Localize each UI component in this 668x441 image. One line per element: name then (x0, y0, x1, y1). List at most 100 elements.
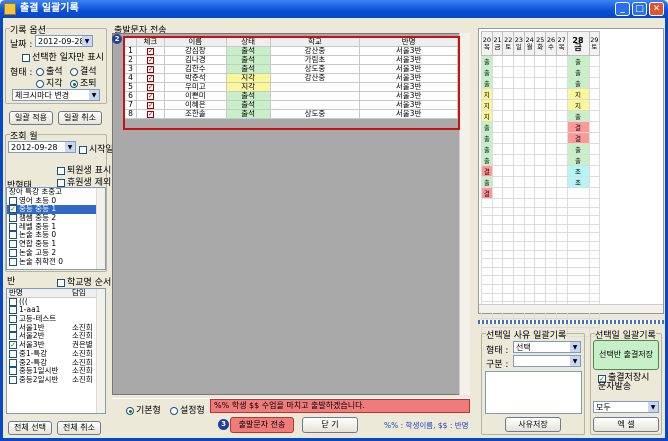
reason-form-select[interactable]: 선택 ▼ (513, 341, 581, 353)
attendance-cell[interactable] (555, 240, 568, 251)
minimize-button[interactable]: _ (615, 2, 630, 16)
attendance-cell[interactable] (588, 176, 601, 188)
attendance-cell[interactable] (545, 187, 557, 199)
attendance-cell[interactable] (491, 55, 504, 67)
attendance-cell[interactable] (502, 266, 515, 277)
attendance-cell[interactable] (523, 99, 536, 111)
reason-type-select[interactable]: ▼ (513, 355, 581, 367)
attendance-cell[interactable] (523, 66, 536, 78)
attendance-cell[interactable] (588, 132, 601, 144)
attendance-cell[interactable] (566, 283, 590, 294)
attendance-cell[interactable] (502, 165, 515, 177)
attendance-cell[interactable] (491, 187, 504, 199)
attendance-cell[interactable] (534, 206, 547, 217)
attendance-cell[interactable]: 지 (481, 88, 493, 100)
attendance-cell[interactable] (534, 275, 547, 285)
attendance-cell[interactable] (523, 275, 536, 285)
attendance-cell[interactable] (513, 143, 525, 155)
select-all-button[interactable]: 전체 선택 (8, 421, 52, 435)
attendance-cell[interactable] (545, 55, 557, 67)
attendance-cell[interactable] (481, 198, 493, 208)
scrollbar[interactable] (459, 33, 470, 395)
day-header[interactable]: 22 토 (502, 31, 515, 56)
attendance-cell[interactable] (481, 240, 493, 251)
attendance-cell[interactable] (491, 275, 504, 285)
attendance-cell[interactable] (534, 143, 547, 155)
attendance-cell[interactable] (545, 215, 557, 225)
attendance-cell[interactable] (588, 66, 601, 78)
attendance-cell[interactable] (513, 266, 525, 277)
attendance-cell[interactable] (523, 198, 536, 208)
attendance-cell[interactable] (481, 223, 493, 234)
attendance-cell[interactable] (491, 266, 504, 277)
attendance-cell[interactable] (588, 275, 601, 285)
attendance-cell[interactable] (555, 283, 568, 294)
radio-basic[interactable]: 기본형 (126, 403, 161, 416)
attendance-cell[interactable] (513, 121, 525, 133)
day-header[interactable]: 24 월 (523, 31, 536, 56)
attendance-cell[interactable] (555, 232, 568, 242)
attendance-cell[interactable] (566, 258, 590, 268)
attendance-cell[interactable] (502, 232, 515, 242)
attendance-cell[interactable] (513, 240, 525, 251)
attendance-cell[interactable] (491, 77, 504, 89)
attendance-cell[interactable] (555, 275, 568, 285)
date-picker[interactable]: 2012-09-28 ▼ (35, 35, 93, 47)
attendance-cell[interactable] (502, 176, 515, 188)
attendance-cell[interactable] (534, 249, 547, 260)
class-list-item[interactable]: 중등2일시반 소진희 (7, 375, 105, 385)
day-header[interactable]: 23 일 (513, 31, 525, 56)
checkbox[interactable] (9, 315, 17, 324)
attendance-cell[interactable]: 결 (566, 132, 590, 144)
attendance-cell[interactable] (566, 266, 590, 277)
attendance-cell[interactable] (566, 292, 590, 303)
attendance-cell[interactable] (481, 215, 493, 225)
send-message-button[interactable]: 출발문자 전송 (230, 417, 294, 433)
horizontal-scrollbar[interactable] (479, 304, 663, 313)
attendance-cell[interactable] (513, 232, 525, 242)
maximize-button[interactable]: □ (632, 2, 647, 16)
attendance-cell[interactable] (555, 165, 568, 177)
attendance-cell[interactable] (513, 283, 525, 294)
attendance-cell[interactable] (588, 258, 601, 268)
attendance-cell[interactable]: 출 (481, 77, 493, 89)
check-change-select[interactable]: 체크시마다 변경 ▼ (12, 89, 100, 101)
attendance-cell[interactable] (566, 206, 590, 217)
attendance-cell[interactable] (523, 77, 536, 89)
attendance-cell[interactable] (555, 198, 568, 208)
attendance-cell[interactable] (491, 258, 504, 268)
attendance-cell[interactable] (491, 283, 504, 294)
scrollbar[interactable] (96, 188, 105, 269)
attendance-cell[interactable] (555, 99, 568, 111)
attendance-cell[interactable] (534, 215, 547, 225)
attendance-cell[interactable] (502, 99, 515, 111)
query-date-picker[interactable]: 2012-09-28 ▼ (8, 141, 76, 153)
list-item[interactable]: 논술 취학전 0 (7, 257, 105, 267)
radio-late[interactable]: 지각 (36, 76, 63, 89)
attendance-cell[interactable] (588, 249, 601, 260)
attendance-cell[interactable]: 지 (481, 110, 493, 122)
attendance-cell[interactable] (491, 176, 504, 188)
excel-button[interactable]: 엑 셀 (593, 417, 659, 432)
attendance-cell[interactable] (588, 55, 601, 67)
attendance-cell[interactable] (513, 215, 525, 225)
attendance-cell[interactable] (481, 232, 493, 242)
attendance-cell[interactable] (534, 232, 547, 242)
day-header[interactable]: 29 토 (588, 31, 601, 56)
attendance-cell[interactable] (513, 176, 525, 188)
attendance-cell[interactable] (523, 258, 536, 268)
attendance-cell[interactable] (588, 266, 601, 277)
attendance-cell[interactable] (545, 88, 557, 100)
attendance-cell[interactable] (513, 99, 525, 111)
attendance-cell[interactable] (502, 283, 515, 294)
checkbox[interactable] (9, 367, 17, 376)
attendance-cell[interactable] (555, 143, 568, 155)
attendance-cell[interactable] (502, 66, 515, 78)
checkbox[interactable] (9, 297, 17, 306)
attendance-cell[interactable] (523, 292, 536, 303)
day-header[interactable]: 20 목 (481, 31, 493, 56)
attendance-cell[interactable] (534, 292, 547, 303)
attendance-cell[interactable] (513, 258, 525, 268)
attendance-cell[interactable]: 출 (481, 66, 493, 78)
attendance-cell[interactable] (534, 258, 547, 268)
